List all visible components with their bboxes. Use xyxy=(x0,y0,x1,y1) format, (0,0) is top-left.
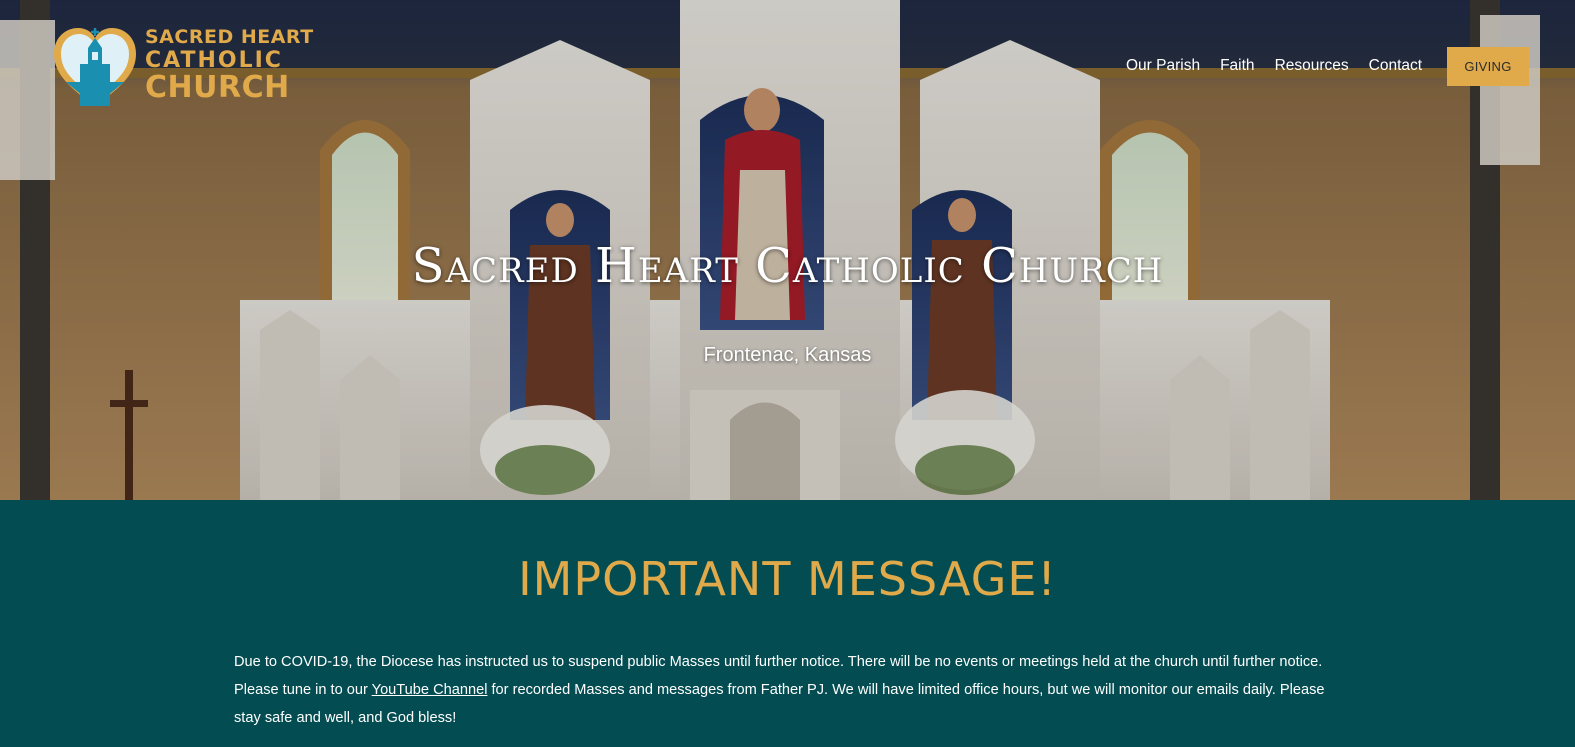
message-heading: IMPORTANT MESSAGE! xyxy=(518,552,1057,606)
nav-item-resources[interactable]: Resources xyxy=(1275,57,1349,75)
hero-subtitle: Frontenac, Kansas xyxy=(703,344,872,366)
important-message-section: IMPORTANT MESSAGE! Due to COVID-19, the … xyxy=(0,500,1575,747)
nav-item-our-parish[interactable]: Our Parish xyxy=(1126,57,1200,75)
heart-church-icon xyxy=(54,28,136,106)
logo-text-line1: SACRED HEART xyxy=(145,26,314,48)
logo-wordmark: SACRED HEART CATHOLIC CHURCH xyxy=(145,28,314,103)
nav-item-faith[interactable]: Faith xyxy=(1220,57,1254,75)
logo-text-line2: CATHOLIC xyxy=(145,48,283,73)
youtube-channel-link[interactable]: YouTube Channel xyxy=(372,682,488,698)
site-logo[interactable]: SACRED HEART CATHOLIC CHURCH xyxy=(50,22,313,112)
main-nav: Our Parish Faith Resources Contact xyxy=(1126,57,1422,75)
hero-title: Sacred Heart Catholic Church xyxy=(411,238,1164,294)
nav-item-contact[interactable]: Contact xyxy=(1369,57,1422,75)
giving-button[interactable]: GIVING xyxy=(1447,47,1529,86)
page: SACRED HEART CATHOLIC CHURCH Our Parish … xyxy=(0,0,1575,747)
logo-text-line3: CHURCH xyxy=(145,70,290,105)
hero-section: SACRED HEART CATHOLIC CHURCH Our Parish … xyxy=(0,0,1575,500)
message-body: Due to COVID-19, the Diocese has instruc… xyxy=(234,648,1349,732)
